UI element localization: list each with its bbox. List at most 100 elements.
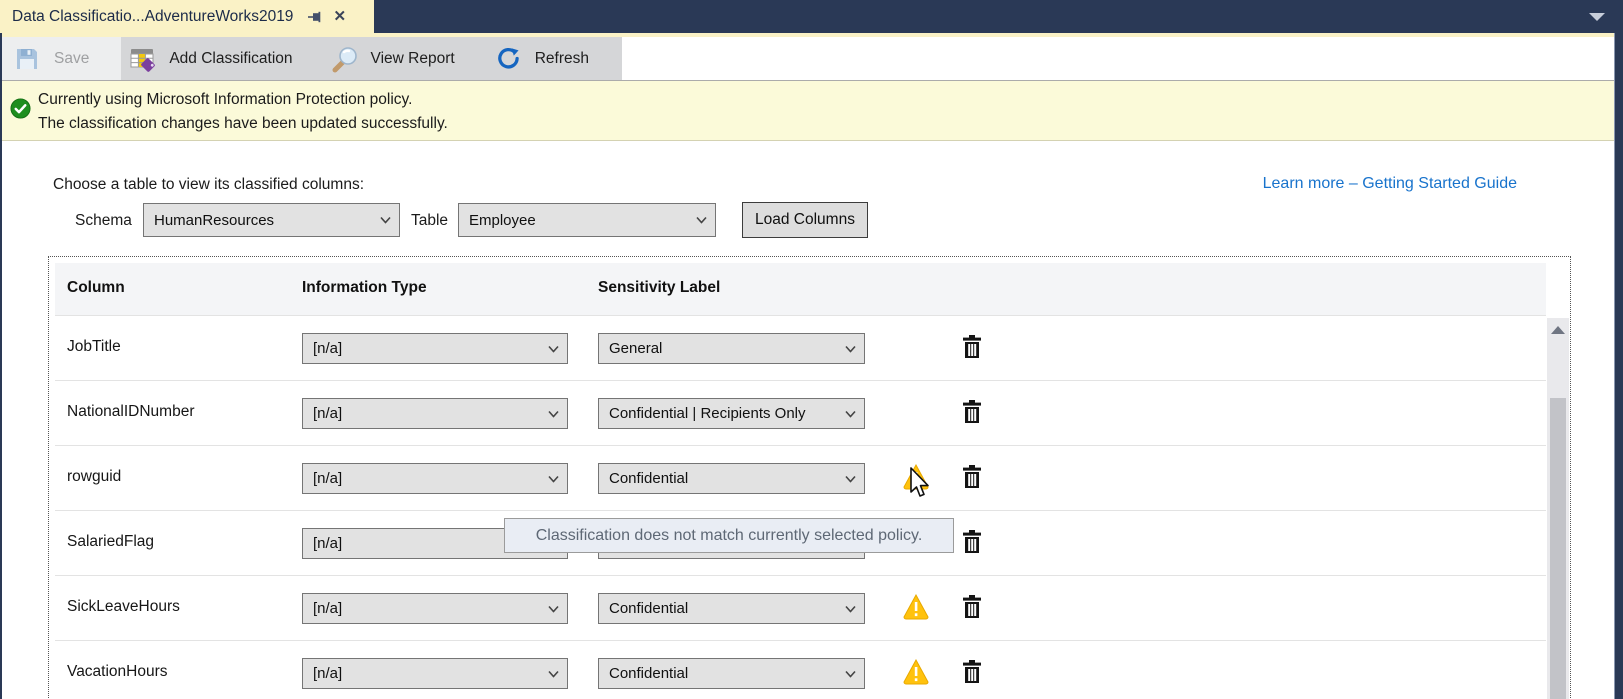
warning-icon[interactable]	[902, 659, 930, 685]
load-columns-button[interactable]: Load Columns	[742, 202, 868, 238]
window-right-edge	[1615, 0, 1623, 699]
grid-content: Column Information Type Sensitivity Labe…	[55, 263, 1546, 699]
chevron-down-icon	[696, 217, 707, 224]
refresh-button[interactable]: Refresh	[481, 37, 603, 80]
delete-icon[interactable]	[960, 333, 984, 361]
magnifier-icon	[331, 46, 357, 72]
warning-tooltip: Classification does not match currently …	[504, 518, 954, 553]
table-row: SickLeaveHours [n/a] Confidential	[55, 575, 1546, 640]
choose-table-heading: Choose a table to view its classified co…	[53, 176, 364, 194]
information-type-value: [n/a]	[313, 405, 342, 422]
chevron-down-icon	[845, 605, 856, 612]
data-classification-window: Data Classificatio...AdventureWorks2019 …	[0, 0, 1623, 699]
column-name: NationalIDNumber	[67, 403, 195, 421]
chevron-down-icon	[845, 475, 856, 482]
sensitivity-label-dropdown[interactable]: Confidential | Recipients Only	[598, 398, 865, 429]
header-sensitivity: Sensitivity Label	[598, 279, 720, 297]
chevron-down-icon	[380, 217, 391, 224]
sensitivity-label-value: General	[609, 340, 662, 357]
information-type-dropdown[interactable]: [n/a]	[302, 658, 568, 689]
chevron-down-icon	[548, 605, 559, 612]
toolbar: Save Add Classification	[2, 37, 622, 80]
information-type-value: [n/a]	[313, 535, 342, 552]
warning-icon[interactable]	[902, 594, 930, 620]
add-classification-icon	[129, 46, 155, 72]
information-type-value: [n/a]	[313, 340, 342, 357]
information-type-dropdown[interactable]: [n/a]	[302, 333, 568, 364]
save-icon	[14, 46, 40, 72]
column-name: SickLeaveHours	[67, 598, 180, 616]
delete-icon[interactable]	[960, 658, 984, 686]
grid-header-row: Column Information Type Sensitivity Labe…	[55, 263, 1546, 315]
success-check-icon	[10, 98, 31, 119]
delete-icon[interactable]	[960, 528, 984, 556]
refresh-label: Refresh	[535, 50, 589, 68]
schema-dropdown-value: HumanResources	[154, 212, 274, 229]
tab-title: Data Classificatio...AdventureWorks2019	[12, 8, 293, 26]
sensitivity-label-value: Confidential	[609, 665, 688, 682]
tab-data-classification[interactable]: Data Classificatio...AdventureWorks2019 …	[0, 0, 374, 33]
table-row: NationalIDNumber [n/a] Confidential | Re…	[55, 380, 1546, 445]
chevron-down-icon	[548, 345, 559, 352]
header-column: Column	[67, 279, 125, 297]
chevron-down-icon	[845, 670, 856, 677]
warning-tooltip-text: Classification does not match currently …	[536, 527, 923, 545]
view-report-button[interactable]: View Report	[317, 37, 469, 80]
learn-more-link[interactable]: Learn more – Getting Started Guide	[1263, 175, 1517, 193]
table-dropdown-value: Employee	[469, 212, 536, 229]
banner-line2: The classification changes have been upd…	[38, 112, 448, 136]
chevron-down-icon	[548, 410, 559, 417]
sensitivity-label-dropdown[interactable]: Confidential	[598, 463, 865, 494]
information-type-dropdown[interactable]: [n/a]	[302, 463, 568, 494]
header-info-type: Information Type	[302, 279, 427, 297]
table-row: VacationHours [n/a] Confidential	[55, 640, 1546, 699]
schema-label: Schema	[75, 212, 132, 230]
document-tab-bar: Data Classificatio...AdventureWorks2019 …	[0, 0, 1623, 33]
sensitivity-label-dropdown[interactable]: General	[598, 333, 865, 364]
information-type-dropdown[interactable]: [n/a]	[302, 593, 568, 624]
sensitivity-label-value: Confidential	[609, 470, 688, 487]
scrollbar-thumb[interactable]	[1550, 398, 1566, 699]
column-name: rowguid	[67, 468, 121, 486]
schema-dropdown[interactable]: HumanResources	[143, 203, 400, 237]
delete-icon[interactable]	[960, 593, 984, 621]
document-list-caret-icon[interactable]	[1589, 13, 1605, 21]
chevron-down-icon	[548, 670, 559, 677]
delete-icon[interactable]	[960, 463, 984, 491]
load-columns-label: Load Columns	[755, 211, 855, 229]
scroll-up-arrow-icon[interactable]	[1551, 326, 1565, 334]
add-classification-label: Add Classification	[169, 50, 292, 68]
view-report-label: View Report	[371, 50, 455, 68]
sensitivity-label-dropdown[interactable]: Confidential	[598, 658, 865, 689]
information-type-dropdown[interactable]: [n/a]	[302, 398, 568, 429]
chevron-down-icon	[845, 345, 856, 352]
information-type-value: [n/a]	[313, 470, 342, 487]
chevron-down-icon	[548, 475, 559, 482]
chevron-down-icon	[845, 410, 856, 417]
delete-icon[interactable]	[960, 398, 984, 426]
banner-text: Currently using Microsoft Information Pr…	[38, 88, 448, 136]
mouse-cursor-icon	[906, 466, 930, 500]
info-banner: Currently using Microsoft Information Pr…	[2, 80, 1615, 141]
table-label: Table	[411, 212, 448, 230]
window-left-edge	[0, 33, 2, 699]
close-icon[interactable]: ✕	[333, 9, 346, 25]
save-label: Save	[54, 50, 89, 68]
information-type-value: [n/a]	[313, 600, 342, 617]
column-name: SalariedFlag	[67, 533, 154, 551]
vertical-scrollbar[interactable]	[1547, 318, 1569, 699]
sensitivity-label-value: Confidential	[609, 600, 688, 617]
pin-icon[interactable]	[307, 9, 323, 25]
column-name: VacationHours	[67, 663, 168, 681]
table-row: rowguid [n/a] Confidential	[55, 445, 1546, 510]
save-button[interactable]: Save	[2, 37, 103, 80]
add-classification-button[interactable]: Add Classification	[115, 37, 306, 80]
sensitivity-label-dropdown[interactable]: Confidential	[598, 593, 865, 624]
information-type-value: [n/a]	[313, 665, 342, 682]
classification-grid: Column Information Type Sensitivity Labe…	[48, 256, 1571, 699]
sensitivity-label-value: Confidential | Recipients Only	[609, 405, 806, 422]
table-dropdown[interactable]: Employee	[458, 203, 716, 237]
refresh-icon	[495, 46, 521, 72]
table-row: JobTitle [n/a] General	[55, 315, 1546, 380]
column-name: JobTitle	[67, 338, 121, 356]
